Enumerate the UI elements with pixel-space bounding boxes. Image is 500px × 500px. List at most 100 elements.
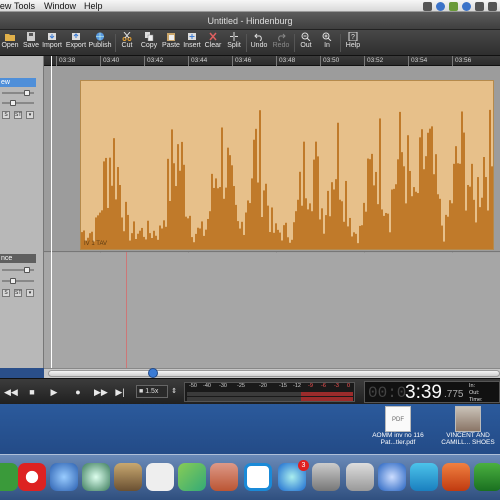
- track1-solo-button[interactable]: S: [2, 111, 10, 119]
- powerpoint-icon[interactable]: [442, 463, 470, 491]
- waveform-bar: [467, 185, 469, 249]
- c-app-icon[interactable]: [244, 463, 272, 491]
- waveform-bar: [491, 166, 493, 249]
- copy-button[interactable]: Copy: [138, 32, 160, 54]
- waveform-bar: [301, 205, 303, 249]
- waveform-bar: [117, 167, 119, 249]
- waveform-bar: [419, 137, 421, 249]
- play-icon[interactable]: ▶: [48, 386, 60, 398]
- desktop-file-image[interactable]: VINCENT AND CAMILL... SHOES: [438, 406, 498, 446]
- ruler-tick: 03:42: [144, 56, 163, 66]
- track1-menu-button[interactable]: ▾: [26, 111, 34, 119]
- waveform-bar: [195, 233, 197, 249]
- track2-solo-button[interactable]: S: [2, 289, 10, 297]
- menu-window[interactable]: Window: [44, 0, 76, 12]
- skype-icon[interactable]: [462, 1, 471, 11]
- timeline-ruler[interactable]: 03:38 03:40 03:42 03:44 03:46 03:48 03:5…: [44, 56, 500, 66]
- insert-icon: [188, 33, 196, 40]
- app-icon[interactable]: [0, 463, 18, 491]
- system-preferences-icon[interactable]: [312, 463, 340, 491]
- waveform-bar: [483, 157, 485, 249]
- time-machine-icon[interactable]: [82, 463, 110, 491]
- waveform-bar: [139, 230, 141, 249]
- slider-knob[interactable]: [10, 100, 16, 106]
- record-icon[interactable]: ●: [72, 386, 84, 398]
- waveform-bar: [371, 153, 373, 249]
- garageband-icon[interactable]: [210, 463, 238, 491]
- zoom-in-button[interactable]: In: [318, 32, 336, 54]
- track2-pan-slider[interactable]: [2, 278, 34, 284]
- export-button[interactable]: Export: [64, 32, 88, 54]
- help-button[interactable]: ? Help: [343, 32, 363, 54]
- waveform-bar: [291, 239, 293, 249]
- track1-lane[interactable]: IV 1 TAV: [44, 66, 500, 252]
- track2-volume-slider[interactable]: [2, 267, 34, 273]
- track1-st-button[interactable]: ST: [14, 111, 22, 119]
- slider-knob[interactable]: [24, 90, 30, 96]
- publish-button[interactable]: Publish: [88, 32, 112, 54]
- volume-icon[interactable]: [488, 1, 497, 11]
- track1-pan-slider[interactable]: [2, 100, 34, 106]
- word-icon[interactable]: [410, 463, 438, 491]
- track1-volume-slider[interactable]: [2, 90, 34, 96]
- import-button[interactable]: Import: [41, 32, 63, 54]
- slider-knob[interactable]: [10, 278, 16, 284]
- waveform-bar: [247, 200, 249, 249]
- open-button[interactable]: Open: [0, 32, 20, 54]
- waveform-bar: [279, 232, 281, 249]
- crossover-icon[interactable]: [346, 463, 374, 491]
- zoom-out-button[interactable]: Out: [297, 32, 315, 54]
- waveform-bar: [131, 233, 133, 249]
- track1-header[interactable]: ew: [0, 78, 36, 87]
- rewind-icon[interactable]: ◀◀: [4, 386, 18, 398]
- evernote-icon[interactable]: [449, 1, 458, 11]
- insert-button[interactable]: Insert: [181, 32, 203, 54]
- menu-help[interactable]: Help: [84, 0, 103, 12]
- speed-stepper[interactable]: ⇕: [168, 386, 180, 398]
- track2-menu-button[interactable]: ▾: [26, 289, 34, 297]
- menu-tools[interactable]: Tools: [14, 0, 35, 12]
- waveform-bar: [427, 132, 429, 249]
- waveform-bar: [231, 165, 233, 249]
- app-store-icon[interactable]: 3: [278, 460, 309, 491]
- split-button[interactable]: Split: [224, 32, 244, 54]
- redo-button[interactable]: Redo: [271, 32, 291, 54]
- track2-header[interactable]: nce: [0, 254, 36, 263]
- scroll-position-knob[interactable]: [148, 368, 158, 378]
- excel-icon[interactable]: [474, 463, 500, 491]
- cut-button[interactable]: Cut: [118, 32, 136, 54]
- textedit-icon[interactable]: [146, 463, 174, 491]
- paste-button[interactable]: Paste: [160, 32, 182, 54]
- save-button[interactable]: Save: [21, 32, 41, 54]
- dropbox-icon[interactable]: [423, 1, 432, 11]
- desktop-file-pdf[interactable]: PDF AOMM inv no 116 Pat...tler.pdf: [368, 406, 428, 446]
- hindenburg-app-icon[interactable]: [18, 463, 46, 491]
- horizontal-scrollbar[interactable]: [44, 368, 500, 378]
- clear-button[interactable]: Clear: [203, 32, 223, 54]
- undo-button[interactable]: Undo: [249, 32, 269, 54]
- scrollbar-thumb[interactable]: [48, 370, 500, 377]
- mail-plane-icon[interactable]: [178, 463, 206, 491]
- menu-view[interactable]: View: [0, 0, 11, 12]
- audio-clip[interactable]: IV 1 TAV: [80, 80, 494, 250]
- iphoto-icon[interactable]: [114, 463, 142, 491]
- slider-knob[interactable]: [24, 267, 30, 273]
- safari-icon[interactable]: [50, 463, 78, 491]
- wifi-icon[interactable]: [475, 1, 484, 11]
- waveform-bar: [365, 211, 367, 249]
- playhead[interactable]: [51, 56, 52, 368]
- fast-forward-icon[interactable]: ▶▶: [94, 386, 108, 398]
- skip-end-icon[interactable]: ▶|: [114, 386, 126, 398]
- waveform-bar: [211, 173, 213, 249]
- waveform-bar: [399, 111, 401, 249]
- waveform-bar: [103, 161, 105, 249]
- playback-speed[interactable]: ■ 1.5x: [136, 385, 168, 398]
- tracks-area[interactable]: IV 1 TAV: [44, 66, 500, 368]
- stop-icon[interactable]: ■: [26, 386, 38, 398]
- waveform-bar: [457, 163, 459, 249]
- track2-lane[interactable]: [44, 253, 500, 368]
- waveform-bar: [303, 141, 305, 249]
- sync-icon[interactable]: [436, 1, 445, 11]
- track2-st-button[interactable]: ST: [14, 289, 22, 297]
- quicktime-icon[interactable]: [378, 463, 406, 491]
